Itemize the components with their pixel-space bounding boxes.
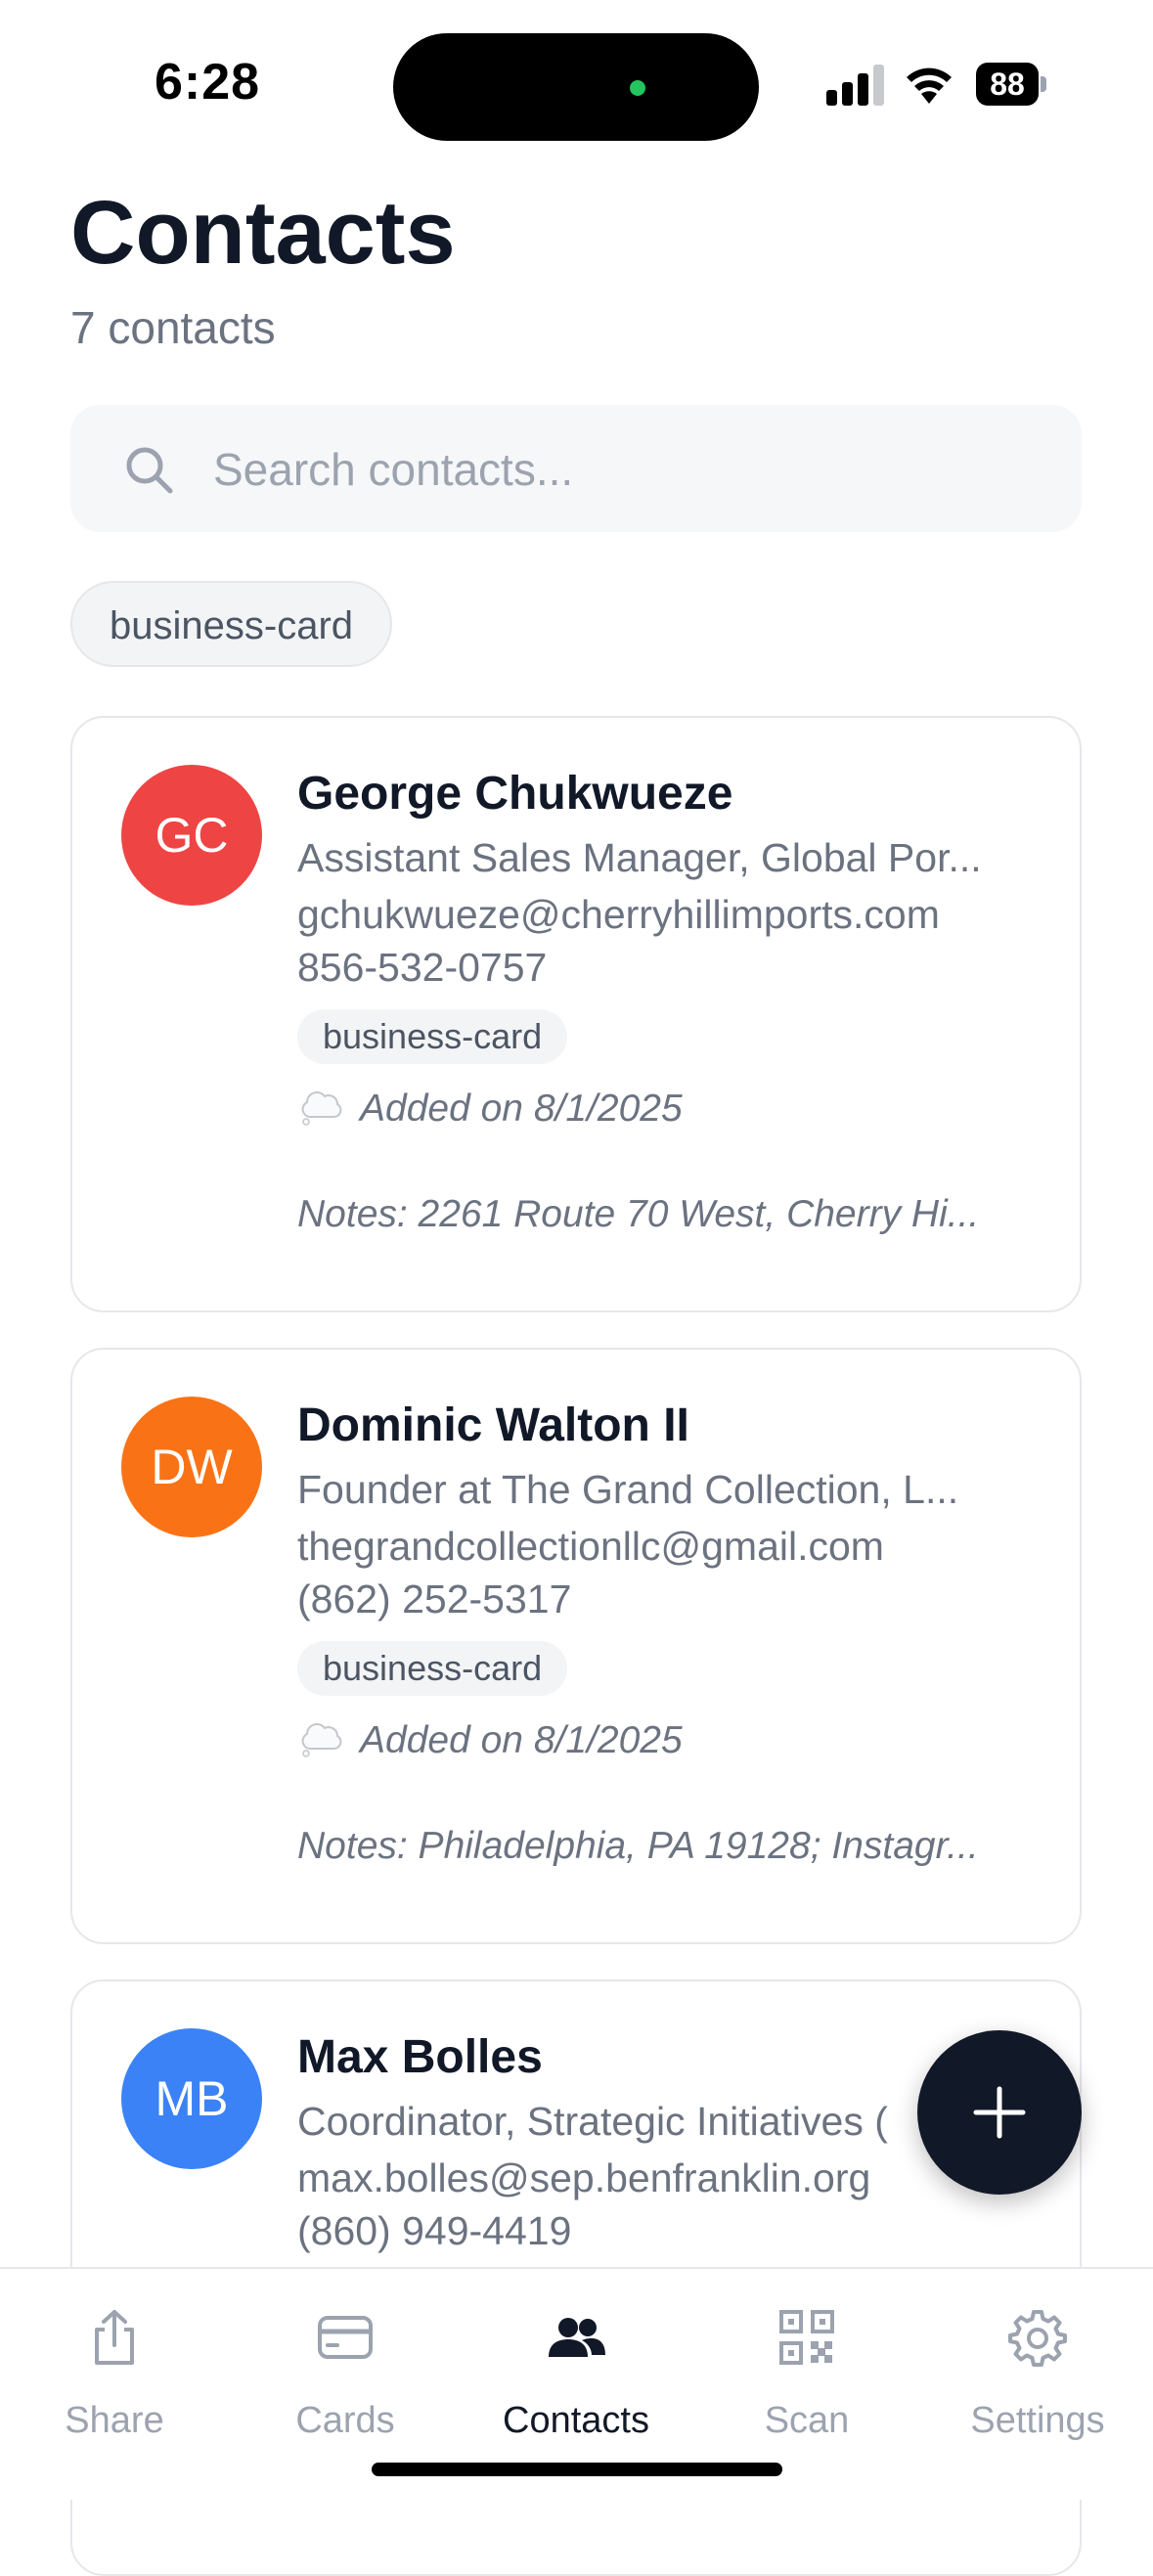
battery-level: 88 — [976, 63, 1039, 106]
tab-label: Cards — [295, 2400, 395, 2441]
contact-notes: Notes: Philadelphia, PA 19128; Instagr..… — [297, 1825, 979, 1867]
battery-icon: 88 — [976, 63, 1046, 106]
tab-label: Settings — [970, 2400, 1105, 2441]
avatar: MB — [121, 2028, 262, 2169]
search-icon — [126, 447, 173, 494]
contact-added-text: Added on 8/1/2025 — [360, 1719, 683, 1761]
contact-card[interactable]: GC George Chukwueze Assistant Sales Mana… — [70, 716, 1082, 1312]
contact-title: Coordinator, Strategic Initiatives ( — [297, 2099, 888, 2144]
thought-bubble-icon — [301, 1090, 342, 1126]
contact-tag: business-card — [297, 1009, 568, 1064]
contact-email: max.bolles@sep.benfranklin.org — [297, 2155, 871, 2200]
tab-scan[interactable]: Scan — [709, 2308, 905, 2455]
people-icon — [549, 2318, 605, 2357]
tab-label: Share — [65, 2400, 164, 2441]
contact-email: thegrandcollectionllc@gmail.com — [297, 1524, 884, 1569]
contact-count: 7 contacts — [70, 302, 276, 353]
cellular-signal-icon — [826, 65, 885, 106]
contact-added-date: Added on 8/1/2025 — [297, 1088, 683, 1131]
share-icon — [95, 2310, 134, 2365]
search-bar[interactable] — [70, 405, 1082, 532]
wifi-icon — [902, 61, 956, 106]
contact-added-date: Added on 8/1/2025 — [297, 1719, 683, 1762]
dynamic-island — [393, 33, 759, 141]
tab-label: Scan — [764, 2400, 850, 2441]
avatar: GC — [121, 765, 262, 906]
tab-share[interactable]: Share — [17, 2308, 212, 2455]
search-input[interactable] — [211, 432, 1056, 507]
contact-added-text: Added on 8/1/2025 — [360, 1088, 683, 1130]
contact-card[interactable]: DW Dominic Walton II Founder at The Gran… — [70, 1348, 1082, 1944]
contact-notes: Notes: 2261 Route 70 West, Cherry Hi... — [297, 1193, 980, 1235]
filter-chip-business-card[interactable]: business-card — [70, 581, 393, 667]
contact-name: Dominic Walton II — [297, 1399, 689, 1451]
camera-indicator-icon — [630, 80, 645, 96]
tab-contacts[interactable]: Contacts — [478, 2308, 674, 2455]
avatar: DW — [121, 1397, 262, 1537]
contact-name: George Chukwueze — [297, 768, 733, 820]
status-time: 6:28 — [155, 54, 261, 111]
page-title: Contacts — [70, 183, 456, 283]
card-icon — [318, 2316, 373, 2359]
contact-phone: 856-532-0757 — [297, 945, 548, 990]
contact-phone: (862) 252-5317 — [297, 1577, 572, 1621]
add-contact-button[interactable] — [917, 2030, 1082, 2195]
contact-phone: (860) 949-4419 — [297, 2208, 572, 2253]
thought-bubble-icon — [301, 1722, 342, 1757]
contact-title: Founder at The Grand Collection, L... — [297, 1467, 959, 1512]
home-indicator — [372, 2463, 782, 2476]
contact-name: Max Bolles — [297, 2031, 543, 2083]
tab-label: Contacts — [503, 2400, 649, 2441]
contact-tag: business-card — [297, 1641, 568, 1696]
plus-icon — [973, 2086, 1026, 2139]
contact-email: gchukwueze@cherryhillimports.com — [297, 892, 940, 937]
tab-cards[interactable]: Cards — [247, 2308, 443, 2455]
gear-icon — [1008, 2310, 1067, 2367]
tab-settings[interactable]: Settings — [940, 2308, 1135, 2455]
status-bar: 6:28 88 — [0, 0, 1153, 147]
qr-code-icon — [779, 2310, 834, 2365]
contact-title: Assistant Sales Manager, Global Por... — [297, 835, 982, 880]
